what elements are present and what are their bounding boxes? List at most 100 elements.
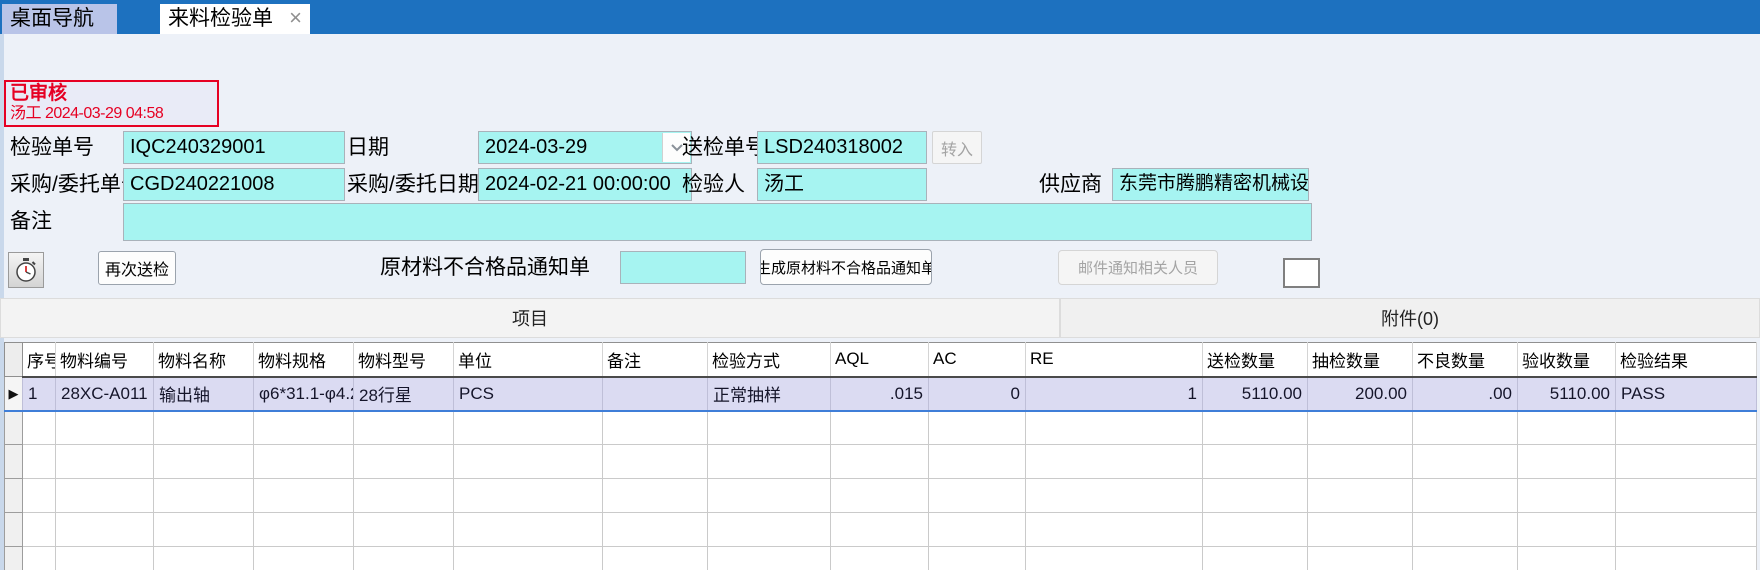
- empty-cell: [1026, 479, 1203, 513]
- column-header[interactable]: 检验方式: [708, 343, 831, 377]
- column-header[interactable]: 物料名称: [154, 343, 254, 377]
- column-header[interactable]: 送检数量: [1203, 343, 1308, 377]
- empty-cell: [23, 411, 56, 445]
- column-header[interactable]: 备注: [603, 343, 708, 377]
- submission-no-label: 送检单号: [682, 137, 766, 159]
- column-header[interactable]: 验收数量: [1518, 343, 1616, 377]
- empty-cell: [1308, 513, 1413, 547]
- empty-row: [5, 411, 1757, 445]
- row-selector: [5, 411, 23, 445]
- email-notify-button[interactable]: 邮件通知相关人员: [1058, 250, 1218, 285]
- column-header[interactable]: 物料编号: [56, 343, 154, 377]
- empty-cell: [1518, 479, 1616, 513]
- empty-cell: [1616, 547, 1757, 570]
- close-icon[interactable]: ×: [289, 4, 302, 32]
- generate-defect-notice-button[interactable]: 生成原材料不合格品通知单: [760, 249, 932, 285]
- inspection-no-field[interactable]: IQC240329001: [123, 131, 345, 164]
- email-notify-checkbox[interactable]: [1283, 258, 1320, 288]
- column-header[interactable]: 物料型号: [354, 343, 454, 377]
- cell[interactable]: 正常抽样: [708, 377, 831, 411]
- column-header[interactable]: 物料规格: [254, 343, 354, 377]
- empty-cell: [1026, 547, 1203, 570]
- row-selector: [5, 547, 23, 570]
- tab-incoming-inspection[interactable]: 来料检验单 ×: [160, 4, 310, 34]
- row-selector-header: [5, 343, 23, 377]
- purchase-no-field[interactable]: CGD240221008: [123, 168, 345, 201]
- empty-cell: [1203, 479, 1308, 513]
- cell[interactable]: 5110.00: [1203, 377, 1308, 411]
- cell[interactable]: [603, 377, 708, 411]
- supplier-field[interactable]: 东莞市腾鹏精密机械设备: [1112, 168, 1309, 201]
- column-header[interactable]: AQL: [831, 343, 929, 377]
- empty-cell: [454, 513, 603, 547]
- cell[interactable]: PCS: [454, 377, 603, 411]
- supplier-label: 供应商: [1039, 174, 1102, 196]
- column-header[interactable]: AC: [929, 343, 1026, 377]
- cell[interactable]: 1: [23, 377, 56, 411]
- tab-bar: 桌面导航 来料检验单 ×: [0, 0, 1760, 34]
- tab-items[interactable]: 项目: [0, 298, 1060, 338]
- empty-cell: [23, 479, 56, 513]
- empty-cell: [708, 445, 831, 479]
- empty-cell: [831, 547, 929, 570]
- transfer-button[interactable]: 转入: [932, 131, 982, 164]
- date-value: 2024-03-29: [485, 136, 587, 158]
- tab-attachments[interactable]: 附件(0): [1060, 298, 1760, 338]
- empty-cell: [354, 547, 454, 570]
- cell[interactable]: 28XC-A011: [56, 377, 154, 411]
- empty-cell: [154, 479, 254, 513]
- empty-cell: [1026, 513, 1203, 547]
- empty-cell: [354, 513, 454, 547]
- column-header[interactable]: RE: [1026, 343, 1203, 377]
- empty-cell: [708, 479, 831, 513]
- table-row[interactable]: ▶128XC-A011输出轴φ6*31.1-φ4.228行星PCS正常抽样.01…: [5, 377, 1757, 411]
- empty-cell: [929, 547, 1026, 570]
- date-picker[interactable]: 2024-03-29: [478, 131, 692, 164]
- column-header[interactable]: 检验结果: [1616, 343, 1757, 377]
- empty-cell: [831, 411, 929, 445]
- empty-cell: [831, 479, 929, 513]
- cell[interactable]: φ6*31.1-φ4.2: [254, 377, 354, 411]
- empty-cell: [1203, 445, 1308, 479]
- empty-cell: [354, 479, 454, 513]
- defect-notice-field[interactable]: [620, 251, 746, 284]
- empty-cell: [1308, 445, 1413, 479]
- date-label: 日期: [347, 137, 389, 159]
- empty-cell: [1518, 513, 1616, 547]
- empty-cell: [154, 547, 254, 570]
- submission-no-field[interactable]: LSD240318002: [757, 131, 927, 164]
- cell[interactable]: 28行星: [354, 377, 454, 411]
- empty-row: [5, 479, 1757, 513]
- empty-cell: [929, 479, 1026, 513]
- empty-cell: [23, 513, 56, 547]
- cell[interactable]: PASS: [1616, 377, 1757, 411]
- column-header[interactable]: 不良数量: [1413, 343, 1518, 377]
- inspection-no-label: 检验单号: [10, 137, 94, 159]
- cell[interactable]: 5110.00: [1518, 377, 1616, 411]
- empty-cell: [929, 411, 1026, 445]
- cell[interactable]: 200.00: [1308, 377, 1413, 411]
- timer-button[interactable]: [8, 252, 44, 288]
- tab-desktop-nav[interactable]: 桌面导航: [2, 4, 117, 34]
- inspector-field[interactable]: 汤工: [757, 168, 927, 201]
- empty-cell: [454, 445, 603, 479]
- empty-cell: [1026, 445, 1203, 479]
- remarks-label: 备注: [10, 211, 52, 233]
- remarks-field[interactable]: [123, 203, 1312, 241]
- approval-status: 已审核: [10, 83, 217, 105]
- column-header[interactable]: 序号: [23, 343, 56, 377]
- column-header[interactable]: 抽检数量: [1308, 343, 1413, 377]
- cell[interactable]: 0: [929, 377, 1026, 411]
- purchase-date-field[interactable]: 2024-02-21 00:00:00: [478, 168, 692, 201]
- empty-cell: [603, 479, 708, 513]
- resubmit-button[interactable]: 再次送检: [98, 251, 176, 285]
- empty-row: [5, 445, 1757, 479]
- cell[interactable]: 输出轴: [154, 377, 254, 411]
- empty-cell: [1616, 445, 1757, 479]
- column-header[interactable]: 单位: [454, 343, 603, 377]
- cell[interactable]: 1: [1026, 377, 1203, 411]
- cell[interactable]: .015: [831, 377, 929, 411]
- empty-cell: [56, 445, 154, 479]
- empty-cell: [354, 445, 454, 479]
- cell[interactable]: .00: [1413, 377, 1518, 411]
